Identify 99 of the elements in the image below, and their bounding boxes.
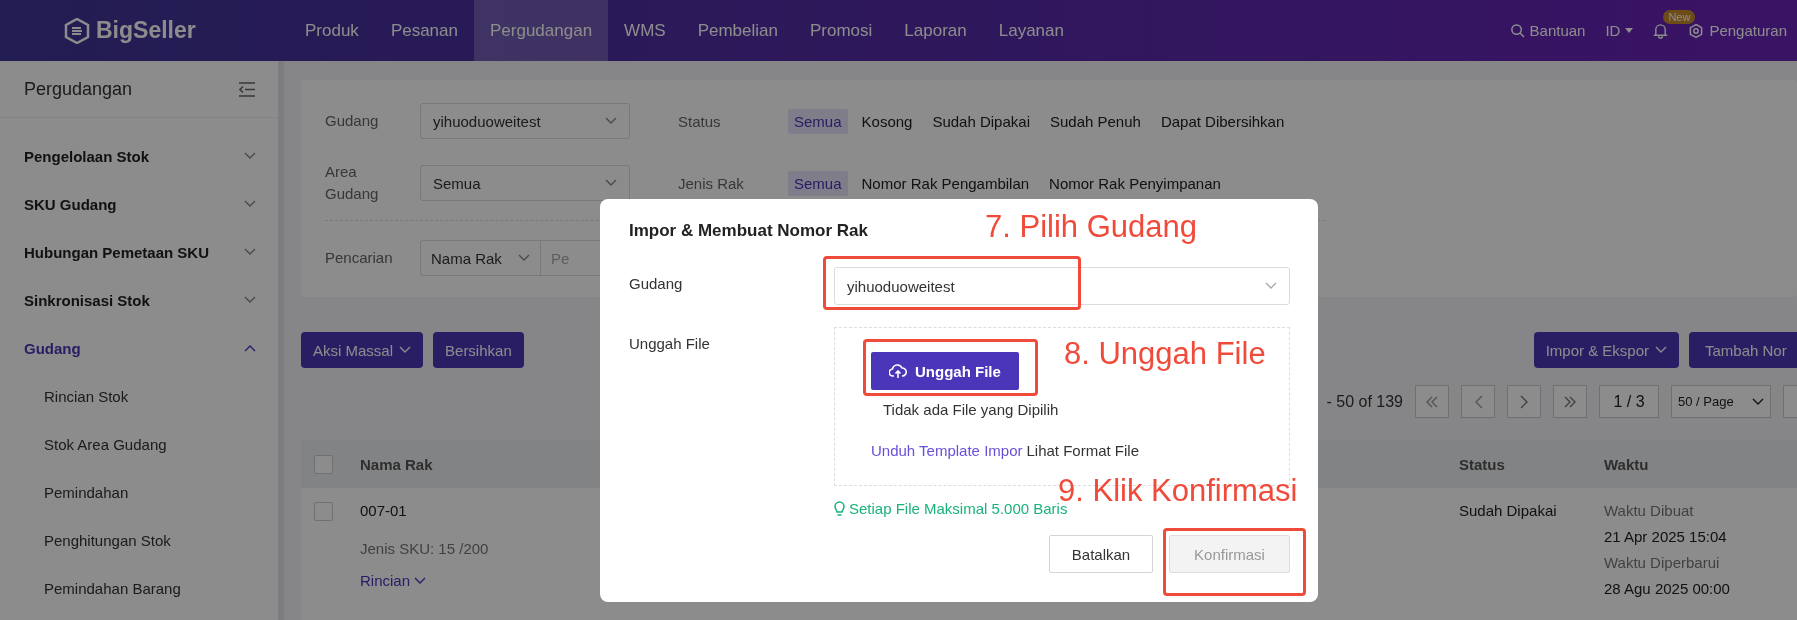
sidebar-item[interactable]: Pemindahan Barang: [0, 564, 278, 612]
warehouse-select[interactable]: yihuoduoweitest: [420, 103, 630, 139]
dialog-title: Impor & Membuat Nomor Rak: [629, 221, 868, 242]
caret-icon: [414, 577, 427, 585]
rack-type-option[interactable]: Nomor Rak Penyimpanan: [1043, 170, 1227, 196]
toolbar-button[interactable]: Bersihkan: [433, 332, 524, 368]
sidebar-group[interactable]: Gudang: [0, 324, 278, 372]
template-link[interactable]: Unduh Template Impor: [871, 442, 1023, 459]
language-select[interactable]: ID: [1605, 22, 1634, 39]
chevron-right-icon: [1519, 394, 1529, 409]
caret-icon: [399, 346, 412, 354]
nav-tab[interactable]: Layanan: [982, 0, 1080, 61]
chevron-icon: [1752, 397, 1764, 406]
status-option[interactable]: Kosong: [855, 108, 919, 134]
status-text: Sudah Dipakai: [1459, 502, 1558, 520]
chevron-icon: [1265, 282, 1277, 290]
sidebar-group[interactable]: Hubungan Pemetaan SKU: [0, 228, 278, 276]
last-page-button[interactable]: [1553, 385, 1587, 418]
sidebar-group[interactable]: Sinkronisasi Stok: [0, 276, 278, 324]
column-header: Status: [1459, 455, 1506, 473]
chevron-icon: [244, 152, 256, 160]
bell-icon[interactable]: [1653, 22, 1669, 39]
status-option[interactable]: Dapat Dibersihkan: [1154, 108, 1291, 134]
sidebar-group[interactable]: SKU Gudang: [0, 180, 278, 228]
sidebar-title: Pergudangan: [24, 78, 133, 100]
warehouse-select[interactable]: yihuoduoweitest: [834, 267, 1290, 305]
details-link[interactable]: Rincian: [360, 572, 427, 590]
nav-tab[interactable]: Pesanan: [374, 0, 474, 61]
double-chevron-left-icon: [1425, 395, 1439, 408]
import-export-button[interactable]: Impor & Ekspor: [1533, 332, 1679, 368]
chevron-icon: [244, 200, 256, 208]
status-option[interactable]: Sudah Dipakai: [926, 108, 1036, 134]
search-icon: [1509, 23, 1525, 38]
sidebar-item[interactable]: Rincian Stok: [0, 372, 278, 420]
caret-icon: [1625, 27, 1634, 34]
sku-count: Jenis SKU: 15 /200: [360, 540, 489, 558]
first-page-button[interactable]: [1415, 385, 1449, 418]
chevron-left-icon: [1473, 394, 1483, 409]
chevron-up-icon: [244, 344, 256, 352]
format-text: Lihat Format File: [1026, 442, 1140, 459]
filter-label: Area Gudang: [325, 161, 380, 204]
next-page-button[interactable]: [1507, 385, 1541, 418]
file-status: Tidak ada File yang Dipilih: [883, 401, 1059, 418]
step-annotation: 7. Pilih Gudang: [985, 211, 1197, 242]
step-annotation: 8. Unggah File: [1064, 338, 1266, 369]
add-rack-button[interactable]: Tambah Nor: [1689, 332, 1797, 368]
page-jump-field[interactable]: [1783, 385, 1797, 418]
filter-label: Jenis Rak: [678, 174, 745, 192]
previous-page-button[interactable]: [1461, 385, 1495, 418]
row-checkbox[interactable]: [314, 502, 333, 521]
chevron-icon: [518, 254, 530, 262]
double-chevron-right-icon: [1563, 395, 1577, 408]
rack-type-option[interactable]: Nomor Rak Pengambilan: [855, 170, 1036, 196]
nav-tab[interactable]: Pembelian: [681, 0, 794, 61]
help-link[interactable]: Bantuan: [1509, 22, 1586, 39]
settings-icon: [1688, 22, 1705, 39]
sidebar-group[interactable]: Pengelolaan Stok: [0, 132, 278, 180]
cancel-button[interactable]: Batalkan: [1049, 535, 1153, 573]
page-range: - 50 of 139: [1326, 392, 1403, 411]
column-header: Nama Rak: [360, 455, 434, 473]
rack-type-option[interactable]: Semua: [788, 170, 848, 196]
time-label: Waktu Dibuat: [1604, 502, 1694, 520]
nav-tab[interactable]: WMS: [608, 0, 682, 61]
new-badge: New: [1663, 10, 1696, 24]
caret-icon: [1655, 346, 1667, 354]
sidebar-item[interactable]: Pemindahan: [0, 468, 278, 516]
nav-tab[interactable]: Produk: [289, 0, 375, 61]
column-header: Waktu: [1604, 455, 1650, 473]
updated-time: 28 Agu 2025 00:00: [1604, 580, 1730, 598]
chevron-icon: [244, 248, 256, 256]
sidebar-item[interactable]: Stok Area Gudang: [0, 420, 278, 468]
created-time: 21 Apr 2025 15:04: [1604, 528, 1727, 546]
select-all-checkbox[interactable]: [314, 454, 333, 474]
toolbar-button[interactable]: Aksi Massal: [301, 332, 424, 368]
filter-label: Gudang: [325, 110, 380, 131]
nav-tab[interactable]: Promosi: [793, 0, 889, 61]
time-label: Waktu Diperbarui: [1604, 554, 1720, 572]
form-label: Unggah File: [629, 334, 711, 352]
sidebar-item[interactable]: Penghitungan Stok: [0, 516, 278, 564]
logo-icon: [64, 17, 90, 44]
collapse-menu-icon[interactable]: [238, 81, 256, 97]
rack-name: 007-01: [360, 502, 407, 520]
chevron-icon: [605, 117, 617, 125]
settings-link[interactable]: Pengaturan: [1688, 22, 1787, 39]
cloud-upload-icon: [889, 363, 907, 379]
filter-label: Pencarian: [325, 247, 394, 268]
area-select[interactable]: Semua: [420, 165, 630, 201]
logo-text: BigSeller: [96, 17, 196, 44]
status-option[interactable]: Sudah Penuh: [1044, 108, 1147, 134]
upload-button[interactable]: Unggah File: [871, 352, 1019, 390]
filter-label: Status: [678, 112, 722, 130]
page-indicator: 1 / 3: [1599, 385, 1659, 418]
chevron-icon: [605, 179, 617, 187]
status-option[interactable]: Semua: [788, 108, 848, 134]
page-size-select[interactable]: 50 / Page: [1671, 385, 1771, 418]
nav-tab[interactable]: Laporan: [888, 0, 983, 61]
lightbulb-icon: [834, 500, 845, 517]
form-label: Gudang: [629, 274, 684, 292]
chevron-icon: [244, 296, 256, 304]
